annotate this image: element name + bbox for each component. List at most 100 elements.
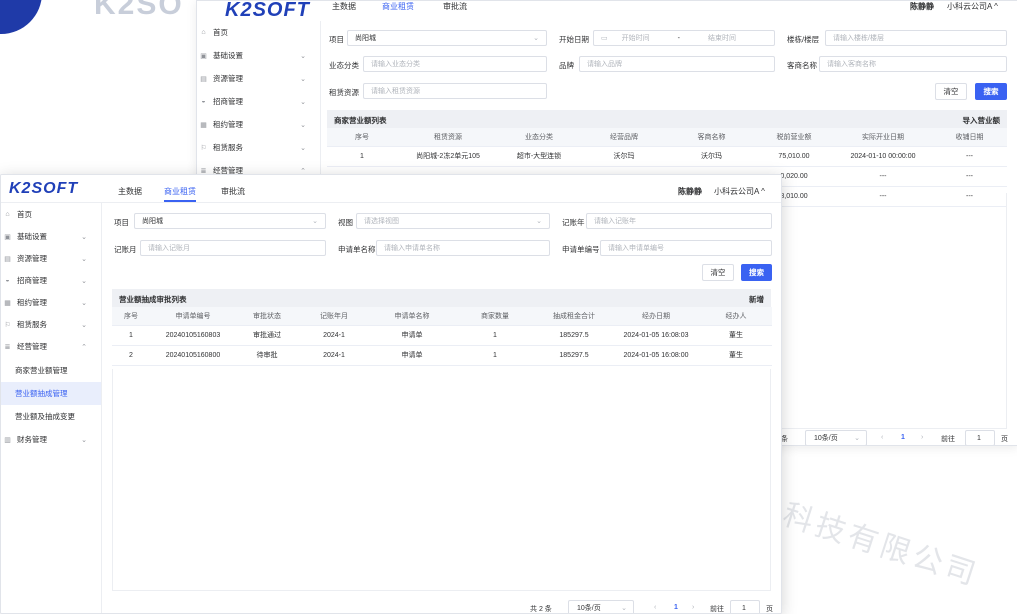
back-start-date-label: 开始日期 <box>559 35 589 44</box>
back-brand-input[interactable]: 请输入品牌 <box>579 56 775 72</box>
back-sidebar-item-settings[interactable]: ▣ 基础设置 ⌄ <box>197 44 320 67</box>
back-customer-input[interactable]: 请输入客商名称 <box>819 56 1007 72</box>
back-import-turnover-button[interactable]: 导入营业额 <box>963 115 1001 126</box>
background-brand-text: K2SO <box>94 0 184 21</box>
front-sidebar-item-service[interactable]: ⚐ 租赁服务 ⌄ <box>1 313 101 336</box>
home-icon: ⌂ <box>201 29 206 36</box>
watermark-text: 科技有限公司 <box>778 497 984 594</box>
settings-icon: ▣ <box>4 233 11 241</box>
back-card-header: 商家营业额列表 导入营业额 <box>327 110 1007 128</box>
front-page-unit: 页 <box>766 606 773 613</box>
back-date-range-input[interactable]: ▭ 开始时间 - 结束时间 <box>593 30 775 46</box>
back-brand-label: 品牌 <box>559 61 574 70</box>
service-icon: ⚐ <box>4 321 11 329</box>
back-prev-page-button[interactable]: ‹ <box>881 434 883 441</box>
front-sidebar-sub-turnover-commission[interactable]: 营业额抽成管理 <box>1 382 101 405</box>
front-year-input[interactable]: 请输入记账年 <box>586 213 772 229</box>
back-project-select[interactable]: 尚阳城 ⌄ <box>347 30 547 46</box>
settings-icon: ▣ <box>200 52 207 60</box>
back-project-label: 项目 <box>329 35 344 44</box>
back-goto-input[interactable]: 1 <box>965 430 995 445</box>
back-tab-commercial-lease[interactable]: 商业租赁 <box>382 1 414 12</box>
front-sidebar-sub-turnover-change[interactable]: 营业额及抽成变更 <box>1 405 101 428</box>
front-clear-button[interactable]: 清空 <box>702 264 734 281</box>
front-sidebar-sub-merchant-turnover[interactable]: 商家营业额管理 <box>1 359 101 382</box>
back-clear-button[interactable]: 清空 <box>935 83 967 100</box>
front-current-page[interactable]: 1 <box>674 604 678 611</box>
front-goto-input[interactable]: 1 <box>730 600 760 613</box>
chevron-down-icon: ⌄ <box>300 121 306 129</box>
back-building-input[interactable]: 请输入楼栋/楼层 <box>825 30 1007 46</box>
back-user-name[interactable]: 陈静静 <box>910 1 934 12</box>
chevron-down-icon: ⌄ <box>536 218 542 225</box>
chevron-down-icon: ⌄ <box>300 98 306 106</box>
front-prev-page-button[interactable]: ‹ <box>654 604 656 611</box>
front-form-no-label: 申请单编号 <box>562 245 600 254</box>
back-sidebar-item-lease[interactable]: ▦ 租约管理 ⌄ <box>197 113 320 136</box>
back-sidebar-item-service[interactable]: ⚐ 租赁服务 ⌄ <box>197 136 320 159</box>
investment-icon: ◒ <box>201 98 206 105</box>
chevron-down-icon: ⌄ <box>300 75 306 83</box>
front-view-select[interactable]: 请选择视图 ⌄ <box>356 213 550 229</box>
resource-icon: ▤ <box>4 255 11 263</box>
front-search-button[interactable]: 搜索 <box>741 264 772 281</box>
back-page-size-select[interactable]: 10条/页 ⌄ <box>805 430 867 445</box>
front-content: 项目 尚阳城 ⌄ 视图 请选择视图 ⌄ 记账年 请输入记账年 记账月 请输入记账月 … <box>102 203 781 613</box>
front-view-label: 视图 <box>338 218 353 227</box>
front-sidebar-item-settings[interactable]: ▣ 基础设置 ⌄ <box>1 225 101 248</box>
front-sidebar-item-finance[interactable]: ▥ 财务管理 ⌄ <box>1 428 101 451</box>
table-row[interactable]: 1 尚阳城-2冻2单元105 超市-大型连锁 沃尔玛 沃尔玛 75,010.00… <box>327 146 1007 167</box>
chevron-down-icon: ⌄ <box>621 605 627 612</box>
front-month-input[interactable]: 请输入记账月 <box>140 240 326 256</box>
front-company-switch[interactable]: 小科云公司A ^ <box>714 186 765 197</box>
back-company-switch[interactable]: 小科云公司A ^ <box>947 1 998 12</box>
table-row[interactable]: 2 20240105160800 待审批 2024-1 申请单 1 185297… <box>112 345 772 366</box>
front-card-header: 营业额抽成审批列表 新增 <box>112 289 771 307</box>
front-window: K2SOFT 主数据 商业租赁 审批流 陈静静 小科云公司A ^ ⌂ 首页 ▣ 基础… <box>0 174 782 614</box>
chevron-down-icon: ⌄ <box>81 436 87 444</box>
back-format-input[interactable]: 请输入业态分类 <box>363 56 547 72</box>
back-resource-input[interactable]: 请输入租赁资源 <box>363 83 547 99</box>
back-resource-label: 租赁资源 <box>329 88 359 97</box>
front-logo: K2SOFT <box>9 180 79 197</box>
front-card-title: 营业额抽成审批列表 <box>119 295 187 304</box>
front-sidebar-item-investment[interactable]: ◒ 招商管理 ⌄ <box>1 269 101 292</box>
back-goto-label: 前往 <box>941 436 955 443</box>
lease-icon: ▦ <box>4 299 11 307</box>
front-goto-label: 前往 <box>710 606 724 613</box>
chevron-down-icon: ⌄ <box>81 299 87 307</box>
front-form-no-input[interactable]: 请输入申请单编号 <box>600 240 772 256</box>
back-next-page-button[interactable]: › <box>921 434 923 441</box>
front-tab-master-data[interactable]: 主数据 <box>118 186 142 197</box>
table-row[interactable]: 1 20240105160803 审批通过 2024-1 申请单 1 18529… <box>112 325 772 346</box>
back-sidebar-item-home[interactable]: ⌂ 首页 <box>197 21 320 44</box>
back-tab-master-data[interactable]: 主数据 <box>332 1 356 12</box>
table-header-row: 序号 租赁资源 业态分类 经营品牌 客商名称 税前营业额 实际开业日期 收铺日期 <box>327 128 1007 147</box>
front-project-select[interactable]: 尚阳城 ⌄ <box>134 213 326 229</box>
front-next-page-button[interactable]: › <box>692 604 694 611</box>
front-form-name-input[interactable]: 请输入申请单名称 <box>376 240 550 256</box>
back-tab-approval-flow[interactable]: 审批流 <box>443 1 467 12</box>
front-tab-approval-flow[interactable]: 审批流 <box>221 186 245 197</box>
front-sidebar-item-home[interactable]: ⌂ 首页 <box>1 203 101 226</box>
back-pager-total-suffix: 条 <box>781 436 788 443</box>
chevron-down-icon: ⌄ <box>81 321 87 329</box>
front-user-name[interactable]: 陈静静 <box>678 186 702 197</box>
investment-icon: ◒ <box>5 277 10 284</box>
chevron-up-icon: ⌃ <box>81 343 87 351</box>
front-page-size-select[interactable]: 10条/页 ⌄ <box>568 600 634 613</box>
front-add-button[interactable]: 新增 <box>749 294 764 305</box>
calendar-icon: ▭ <box>601 35 608 42</box>
front-sidebar-item-resource[interactable]: ▤ 资源管理 ⌄ <box>1 247 101 270</box>
back-sidebar-item-resource[interactable]: ▤ 资源管理 ⌄ <box>197 67 320 90</box>
front-sidebar-item-lease[interactable]: ▦ 租约管理 ⌄ <box>1 291 101 314</box>
back-sidebar-item-investment[interactable]: ◒ 招商管理 ⌄ <box>197 90 320 113</box>
back-search-button[interactable]: 搜索 <box>975 83 1007 100</box>
back-current-page[interactable]: 1 <box>901 434 905 441</box>
front-tab-commercial-lease[interactable]: 商业租赁 <box>164 186 196 197</box>
front-pager-total: 共 2 条 <box>530 606 552 613</box>
back-customer-label: 客商名称 <box>787 61 817 70</box>
front-sidebar-item-operation[interactable]: ≣ 经营管理 ⌃ <box>1 335 101 358</box>
chevron-down-icon: ⌄ <box>300 52 306 60</box>
finance-icon: ▥ <box>4 436 11 444</box>
